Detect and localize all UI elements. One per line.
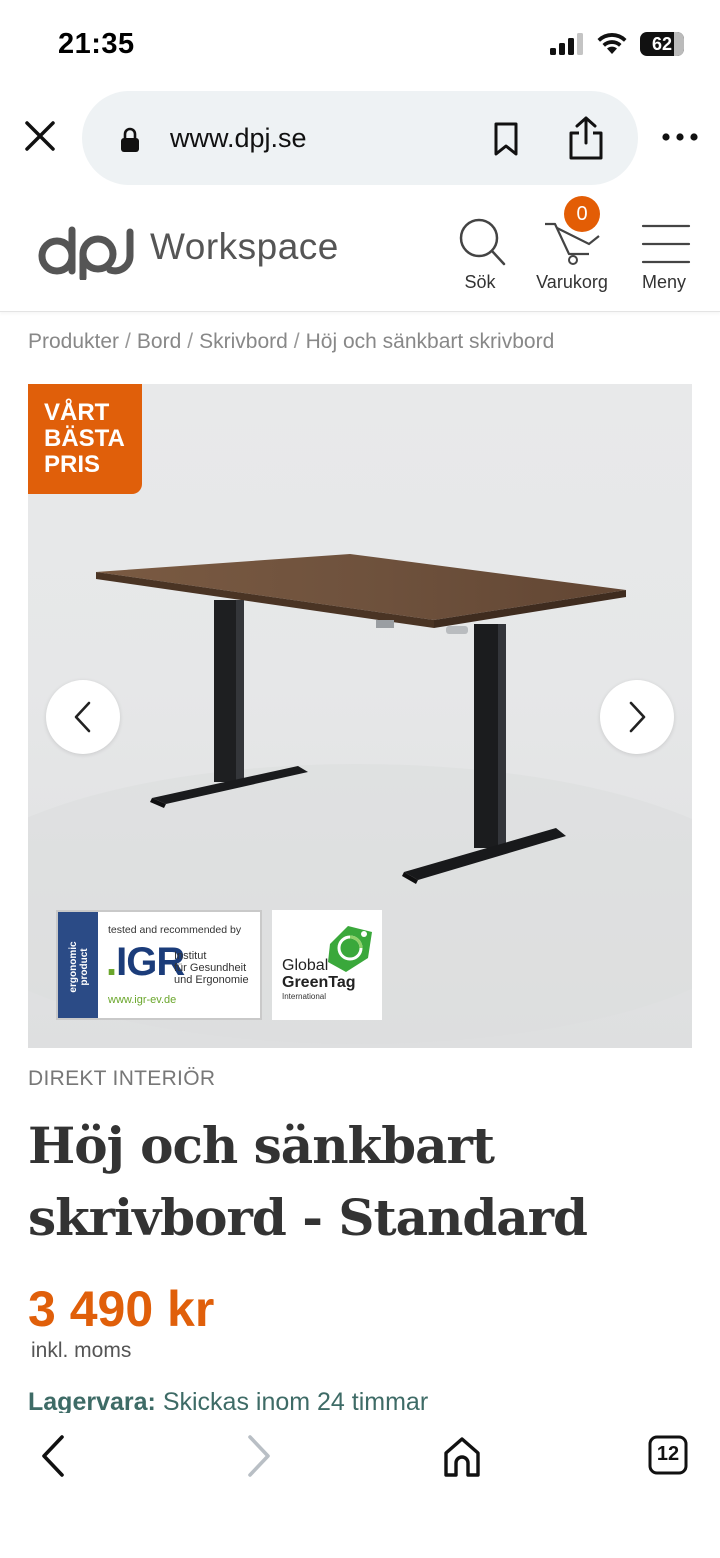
dpj-logo-mark xyxy=(38,226,134,282)
back-icon[interactable] xyxy=(30,1431,90,1481)
chevron-right-icon xyxy=(629,701,646,733)
home-icon[interactable] xyxy=(432,1431,492,1481)
carousel-prev-button[interactable] xyxy=(46,680,120,754)
breadcrumb-separator: / xyxy=(125,330,131,353)
close-icon[interactable] xyxy=(22,118,58,154)
bookmark-icon[interactable] xyxy=(492,121,520,157)
badge-line: VÅRT xyxy=(44,399,110,426)
greentag-certification-badge: Global GreenTag International xyxy=(272,910,382,1020)
greentag-text: International xyxy=(282,992,327,1001)
search-label: Sök xyxy=(464,272,496,292)
signal-icon xyxy=(550,33,583,55)
chevron-left-icon xyxy=(74,701,91,733)
breadcrumb: Produkter / Bord / Skrivbord / Höj och sänkbar… xyxy=(28,330,554,354)
logo-text: Workspace xyxy=(150,226,339,267)
carousel-next-button[interactable] xyxy=(600,680,674,754)
browser-bottom-toolbar: 12 xyxy=(0,1413,720,1558)
best-price-badge: VÅRT BÄSTA PRIS xyxy=(28,384,142,494)
lock-icon xyxy=(121,127,139,152)
igr-side-label: ergonomic product xyxy=(58,912,98,1018)
share-icon[interactable] xyxy=(566,115,606,161)
igr-logo: .IGR xyxy=(106,940,185,984)
product-brand[interactable]: DIREKT INTERIÖR xyxy=(28,1067,215,1091)
status-bar: 21:35 62 xyxy=(0,0,720,90)
badge-line: BÄSTA xyxy=(44,425,125,452)
product-image-carousel[interactable]: VÅRT BÄSTA PRIS ergonomic product tested… xyxy=(28,384,692,1048)
greentag-logo-icon xyxy=(328,926,372,972)
menu-icon xyxy=(641,224,691,264)
igr-url: www.igr-ev.de xyxy=(108,994,177,1006)
status-icons: 62 xyxy=(550,32,684,56)
breadcrumb-item[interactable]: Bord xyxy=(137,330,181,353)
dpj-logo[interactable]: Workspace xyxy=(38,220,358,282)
menu-button[interactable]: Meny xyxy=(619,212,709,302)
url-text[interactable]: www.dpj.se xyxy=(170,123,307,154)
product-price: 3 490 kr xyxy=(28,1281,215,1337)
breadcrumb-separator: / xyxy=(293,330,300,353)
tab-count: 12 xyxy=(656,1443,680,1465)
address-bar[interactable]: www.dpj.se xyxy=(82,91,638,185)
badge-line: PRIS xyxy=(44,451,101,478)
battery-indicator: 62 xyxy=(640,32,684,56)
price-vat-note: inkl. moms xyxy=(31,1339,132,1362)
forward-icon[interactable] xyxy=(228,1431,288,1481)
tabs-button[interactable]: 12 xyxy=(638,1431,698,1481)
breadcrumb-separator: / xyxy=(187,330,194,353)
igr-tested-text: tested and recommended by xyxy=(108,924,242,936)
search-button[interactable]: Sök xyxy=(435,212,525,302)
cart-count-badge: 0 xyxy=(564,196,600,232)
status-time: 21:35 xyxy=(58,28,135,60)
menu-label: Meny xyxy=(641,272,686,292)
igr-certification-badge: ergonomic product tested and recommended… xyxy=(56,910,262,1020)
stock-label: Lagervara: xyxy=(28,1388,156,1416)
wifi-icon xyxy=(597,32,627,54)
breadcrumb-item[interactable]: Produkter xyxy=(28,330,119,353)
product-title: Höj och sänkbart skrivbord - Standard xyxy=(28,1116,588,1247)
battery-level: 62 xyxy=(651,33,673,54)
cart-label: Varukorg xyxy=(536,272,608,292)
search-icon xyxy=(459,218,506,266)
breadcrumb-current: Höj och sänkbart skrivbord xyxy=(305,330,555,353)
more-icon[interactable] xyxy=(660,132,700,142)
browser-bar: www.dpj.se xyxy=(0,88,720,188)
stock-text: Skickas inom 24 timmar xyxy=(162,1388,429,1416)
greentag-text: GreenTag xyxy=(282,974,356,991)
site-header: Workspace Sök Varukorg Meny xyxy=(0,190,720,312)
igr-institute-text: Institut für Gesundheit und Ergonomie xyxy=(174,950,249,986)
breadcrumb-item[interactable]: Skrivbord xyxy=(199,330,288,353)
greentag-text: Global xyxy=(282,957,329,974)
